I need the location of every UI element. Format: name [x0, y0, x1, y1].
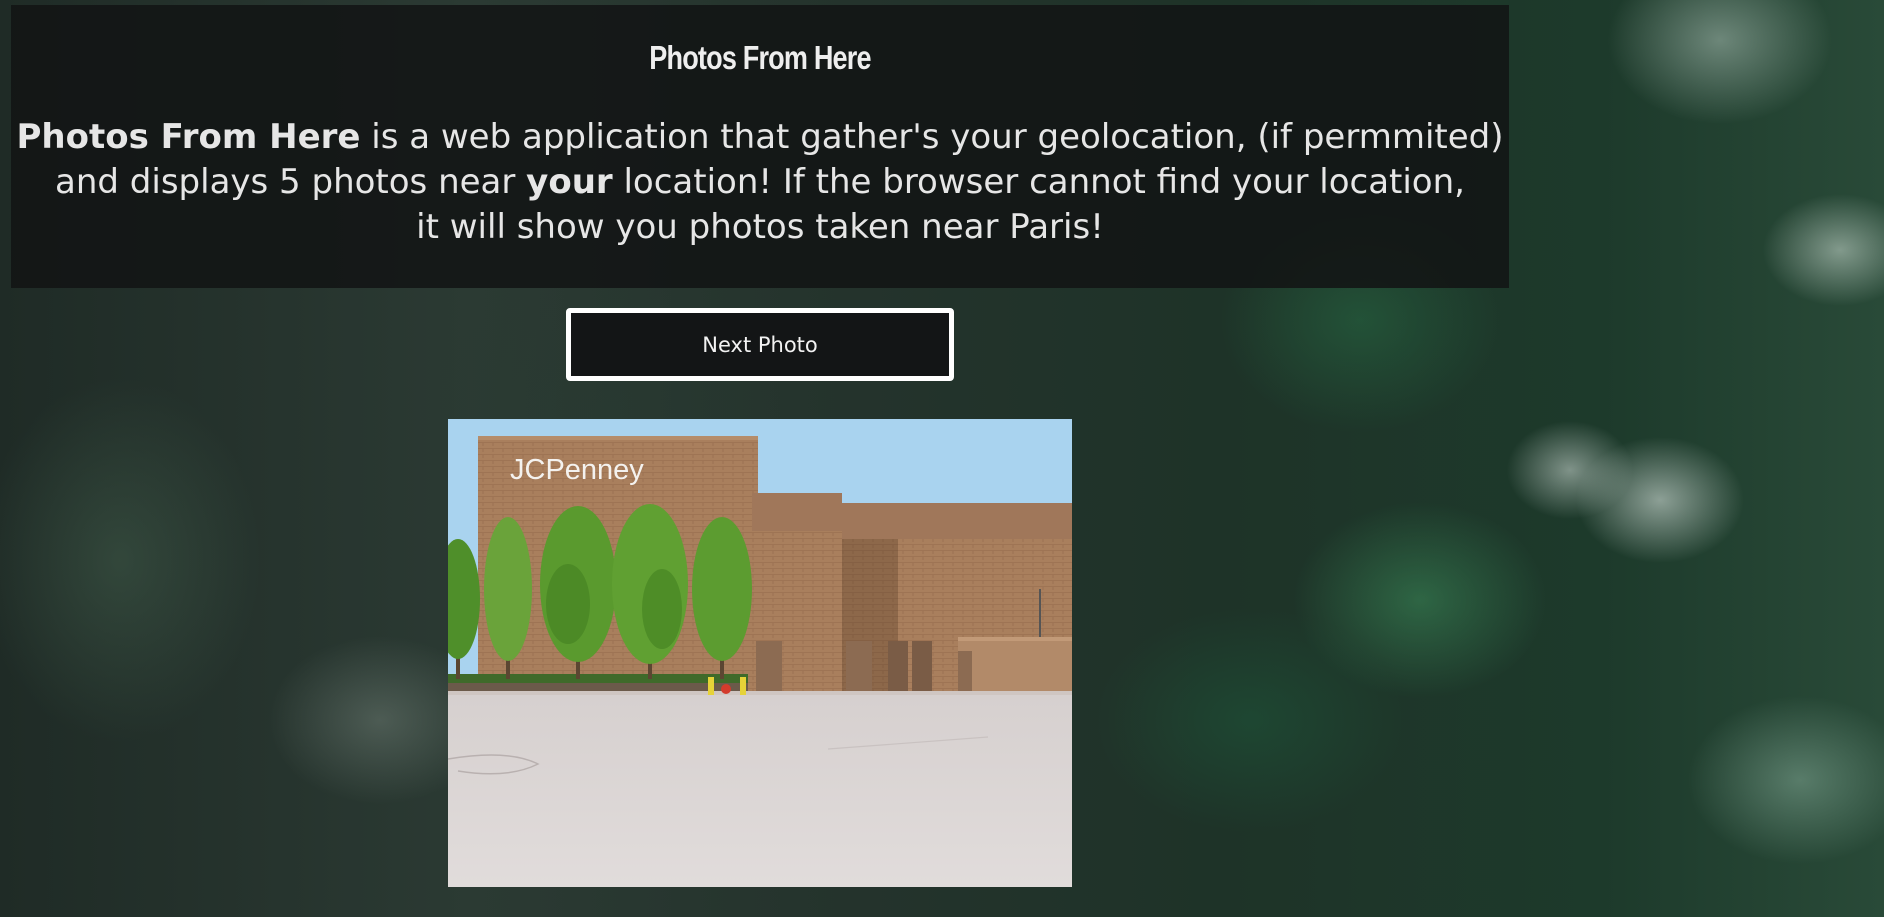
- photo-parking-lot: [448, 695, 1072, 887]
- description-emphasis: your: [526, 162, 613, 202]
- description-part-1: is a web application that gather's your …: [360, 117, 1504, 157]
- location-photo: JCPenney: [448, 419, 1072, 887]
- intro-description: Photos From Here is a web application th…: [11, 115, 1509, 250]
- photo-building-annex: [958, 637, 1072, 691]
- description-part-3: location! If the browser cannot find you…: [612, 162, 1465, 202]
- app-name: Photos From Here: [16, 117, 361, 157]
- photo-jcpenney-store: JCPenney: [448, 419, 1072, 887]
- photo-sign-text: JCPenney: [510, 454, 644, 486]
- description-part-4: it will show you photos taken near Paris…: [416, 207, 1104, 247]
- next-photo-button[interactable]: Next Photo: [566, 308, 954, 381]
- intro-panel: Photos From Here Photos From Here is a w…: [11, 5, 1509, 288]
- page-title: Photos From Here: [649, 39, 871, 76]
- description-part-2: and displays 5 photos near: [55, 162, 527, 202]
